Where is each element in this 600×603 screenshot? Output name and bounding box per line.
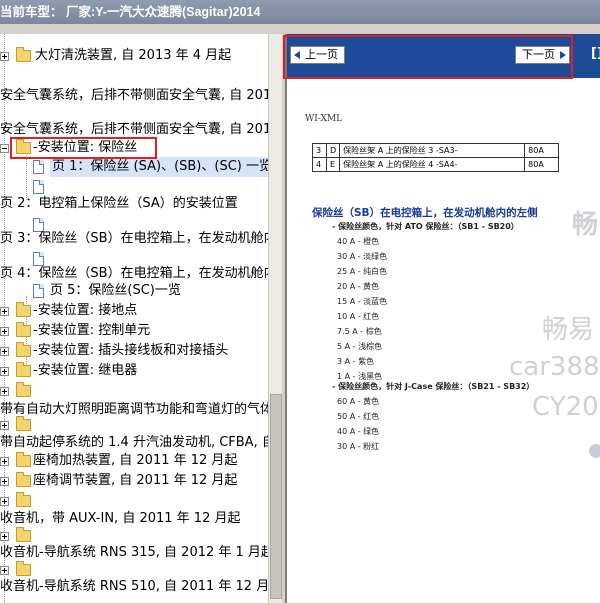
list-item: 3 A - 紫色 [337, 357, 375, 366]
list-item: 15 A - 淡蓝色 [337, 297, 388, 306]
tree-item-label: 大灯清洗装置, 自 2013 年 4 月起 [35, 48, 232, 63]
table-row: 3 D 保险丝架 A 上的保险丝 3 -SA3- 80A [312, 143, 560, 158]
expand-icon[interactable] [0, 457, 9, 466]
folder-icon [16, 342, 31, 357]
list-item: 60 A - 黄色 [337, 397, 380, 406]
watermark: car388 [509, 352, 600, 382]
tree-item-label: 座椅加热装置, 自 2011 年 12 月起 [33, 453, 238, 468]
expand-icon[interactable] [0, 387, 9, 396]
table-cell: 保险丝架 A 上的保险丝 3 -SA3- [339, 143, 526, 158]
folder-icon [16, 47, 31, 62]
document-viewer: 上一页 下一页 [] WI-XML 3 D 保险丝架 A 上的保险丝 3 -SA… [285, 34, 600, 603]
highlight-box-fuse-location [10, 137, 157, 159]
expand-icon[interactable] [0, 532, 9, 541]
nav-extra-glyph: [] [591, 46, 600, 61]
document-icon [33, 160, 44, 174]
document-header: WI-XML [305, 114, 343, 124]
expand-icon[interactable] [0, 497, 9, 506]
table-cell: 80A [524, 143, 560, 158]
list-item: 50 A - 红色 [337, 412, 380, 421]
highlight-box-navigation [283, 35, 573, 79]
expand-icon[interactable] [0, 52, 9, 61]
list-item: 7.5 A - 棕色 [337, 327, 382, 336]
folder-icon [16, 322, 31, 337]
expand-icon[interactable] [0, 477, 9, 486]
tree-scrollbar[interactable] [268, 34, 282, 603]
tree-item-label: 安全气囊系统，后排不带侧面安全气囊, 自 201 [0, 88, 268, 103]
list-item: 30 A - 淡绿色 [337, 252, 388, 261]
collapse-icon[interactable] [0, 144, 9, 153]
table-cell: 80A [524, 157, 560, 172]
tree-item-label: -安装位置: 控制单元 [33, 323, 151, 338]
expand-icon[interactable] [0, 421, 9, 430]
tree-item-label: -安装位置: 接地点 [33, 303, 138, 318]
folder-icon [16, 416, 31, 431]
table-cell: 3 [312, 143, 327, 158]
table-cell: 4 [312, 157, 327, 172]
expand-icon[interactable] [0, 566, 9, 575]
list-item: 40 A - 绿色 [337, 427, 380, 436]
list-item: 40 A - 橙色 [337, 237, 380, 246]
document-icon [33, 284, 44, 298]
list-item: 25 A - 纯白色 [337, 267, 388, 276]
tree-scrollbar-thumb[interactable] [270, 394, 282, 599]
folder-icon [16, 561, 31, 576]
fuse-table: 3 D 保险丝架 A 上的保险丝 3 -SA3- 80A 4 E 保险丝架 A … [312, 143, 560, 172]
tree-item-label: 页 3：保险丝（SB）在电控箱上，在发动机舱内 [0, 231, 268, 246]
tree-item-label: 收音机，带 AUX-IN, 自 2011 年 12 月起 [0, 511, 241, 526]
folder-icon [16, 472, 31, 487]
folder-icon [16, 362, 31, 377]
tree-item-label: 带自动起停系统的 1.4 升汽油发动机, CFBA, 自 [0, 435, 268, 450]
expand-icon[interactable] [0, 327, 9, 336]
jcase-heading: - 保险丝颜色，针对 J-Case 保险丝：（SB21 - SB32） [332, 382, 535, 391]
folder-icon [16, 452, 31, 467]
folder-icon [16, 302, 31, 317]
expand-icon[interactable] [0, 367, 9, 376]
tree-item-label: -安装位置: 插头接线板和对接插头 [33, 343, 229, 358]
tree-item-label: -安装位置: 继电器 [33, 363, 138, 378]
document-tree[interactable]: 大灯清洗装置, 自 2013 年 4 月起 安全气囊系统，后排不带侧面安全气囊,… [0, 34, 268, 603]
tree-item-label: 带有自动大灯照明距离调节功能和弯道灯的气体 [0, 402, 268, 417]
table-row: 4 E 保险丝架 A 上的保险丝 4 -SA4- 80A [312, 157, 560, 172]
list-item: 30 A - 粉红 [337, 442, 380, 451]
list-item: 10 A - 红色 [337, 312, 380, 321]
watermark-dot [589, 444, 600, 458]
window-title-bar: 当前车型： 厂家:Y-一汽大众速腾(Sagitar)2014 [0, 0, 600, 24]
expand-icon[interactable] [0, 347, 9, 356]
list-item: 20 A - 黄色 [337, 282, 380, 291]
tree-item-label: 页 1：保险丝 (SA)、(SB)、(SC) 一览 [50, 157, 268, 177]
tree-item-label: 页 5：保险丝(SC)一览 [50, 283, 181, 298]
tree-item-label: 页 2：电控箱上保险丝（SA）的安装位置 [0, 196, 238, 211]
folder-icon [16, 527, 31, 542]
tree-item-label: 收音机-导航系统 RNS 315, 自 2012 年 1 月起 [0, 545, 268, 560]
section-title: 保险丝（SB）在电控箱上，在发动机舱内的左侧 [312, 207, 538, 219]
tree-item-label: 收音机-导航系统 RNS 510, 自 2011 年 12 月起 [0, 579, 268, 594]
table-cell: E [325, 157, 341, 172]
watermark: CY20 [532, 392, 599, 422]
folder-icon [16, 382, 31, 397]
table-cell: 保险丝架 A 上的保险丝 4 -SA4- [339, 157, 526, 172]
document-icon [33, 180, 44, 194]
ato-heading: - 保险丝颜色，针对 ATO 保险丝：（SB1 - SB20） [332, 222, 519, 231]
watermark: 畅 [572, 210, 599, 240]
window-title: 当前车型： 厂家:Y-一汽大众速腾(Sagitar)2014 [0, 5, 261, 19]
table-cell: D [325, 143, 341, 158]
tree-item-label: 座椅调节装置, 自 2011 年 12 月起 [33, 473, 238, 488]
list-item: 5 A - 浅棕色 [337, 342, 383, 351]
folder-icon [16, 492, 31, 507]
watermark: 畅易 [542, 315, 595, 345]
expand-icon[interactable] [0, 307, 9, 316]
